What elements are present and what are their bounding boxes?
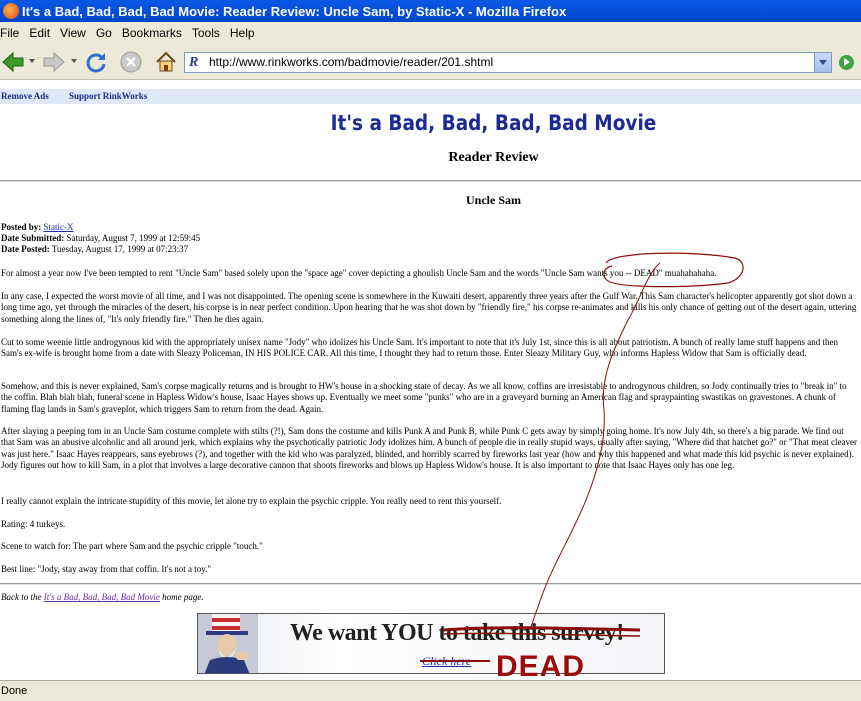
back-link-line: Back to the It's a Bad, Bad, Bad, Bad Mo…	[1, 592, 204, 602]
site-favicon-icon: R	[189, 55, 199, 70]
posted-by-label: Posted by:	[1, 222, 42, 232]
review-title: Uncle Sam	[466, 193, 521, 207]
author-link[interactable]: Static-X	[44, 222, 74, 232]
reload-icon[interactable]	[84, 50, 108, 74]
back-prefix: Back to the	[1, 592, 44, 602]
review-paragraph-3: Cut to some weenie little androgynous ki…	[1, 337, 839, 359]
remove-ads-link[interactable]: Remove Ads	[1, 91, 49, 101]
forward-arrow-icon[interactable]	[42, 50, 66, 74]
submitted-label: Date Submitted:	[1, 233, 65, 243]
menu-go[interactable]: Go	[94, 26, 120, 40]
banner-headline: We want YOU to take this survey!	[290, 620, 624, 647]
address-bar[interactable]: R http://www.rinkworks.com/badmovie/read…	[184, 52, 832, 73]
menu-bookmarks[interactable]: Bookmarks	[120, 26, 190, 40]
click-here-link[interactable]: Click here	[422, 654, 471, 669]
review-paragraph-4: Somehow, and this is never explained, Sa…	[1, 381, 847, 414]
window-title: It's a Bad, Bad, Bad, Bad Movie: Reader …	[22, 3, 567, 19]
submitted-date: Saturday, August 7, 1999 at 12:59:45	[66, 233, 201, 243]
banner-text-struck: to take this survey!	[438, 620, 624, 646]
menu-help[interactable]: Help	[228, 26, 263, 40]
back-suffix: home page.	[159, 592, 204, 602]
back-dropdown-icon[interactable]	[29, 59, 35, 63]
review-paragraph-2: In any case, I expected the worst movie …	[1, 291, 857, 324]
navigation-toolbar: R http://www.rinkworks.com/badmovie/read…	[0, 44, 861, 80]
menu-edit[interactable]: Edit	[27, 26, 58, 40]
review-best-line: Best line: "Jody, stay away from that co…	[1, 564, 212, 574]
page-content: Remove Ads Support RinkWorks It's a Bad,…	[0, 81, 861, 680]
stop-icon[interactable]	[119, 50, 143, 74]
page-subtitle: Reader Review	[448, 150, 539, 165]
support-rinkworks-link[interactable]: Support RinkWorks	[69, 91, 147, 101]
firefox-icon	[3, 3, 19, 19]
ad-links-bar: Remove Ads Support RinkWorks	[0, 89, 861, 104]
status-bar: Done	[0, 680, 861, 701]
review-paragraph-5: After slaying a peeping tom in an Uncle …	[1, 426, 858, 471]
uncle-sam-image	[198, 614, 258, 673]
posted-date: Tuesday, August 17, 1999 at 07:23:37	[51, 244, 189, 254]
menu-tools[interactable]: Tools	[190, 26, 228, 40]
divider	[0, 180, 861, 182]
go-icon[interactable]	[839, 55, 854, 70]
menu-file[interactable]: File	[0, 26, 27, 40]
forward-dropdown-icon[interactable]	[71, 59, 77, 63]
window-titlebar: It's a Bad, Bad, Bad, Bad Movie: Reader …	[0, 0, 861, 22]
home-page-link[interactable]: It's a Bad, Bad, Bad, Bad Movie	[44, 592, 160, 602]
menu-view[interactable]: View	[58, 26, 94, 40]
review-paragraph-1: For almost a year now I've been tempted …	[1, 268, 717, 278]
posted-label: Date Posted:	[1, 244, 50, 254]
menu-bar: File Edit View Go Bookmarks Tools Help	[0, 22, 861, 44]
address-url: http://www.rinkworks.com/badmovie/reader…	[209, 55, 494, 69]
back-arrow-icon[interactable]	[1, 50, 25, 74]
review-paragraph-6: I really cannot explain the intricate st…	[1, 496, 502, 506]
review-scene: Scene to watch for: The part where Sam a…	[1, 541, 263, 551]
survey-banner-ad[interactable]: We want YOU to take this survey! Click h…	[197, 613, 665, 674]
site-title: It's a Bad, Bad, Bad, Bad Movie	[330, 111, 657, 135]
review-meta: Posted by: Static-X Date Submitted: Satu…	[1, 222, 200, 255]
status-text: Done	[1, 685, 28, 697]
banner-text-main: We want YOU	[290, 620, 439, 646]
home-icon[interactable]	[154, 50, 178, 74]
review-rating: Rating: 4 turkeys.	[1, 519, 66, 529]
address-dropdown-icon[interactable]	[814, 53, 831, 72]
divider	[0, 583, 861, 585]
